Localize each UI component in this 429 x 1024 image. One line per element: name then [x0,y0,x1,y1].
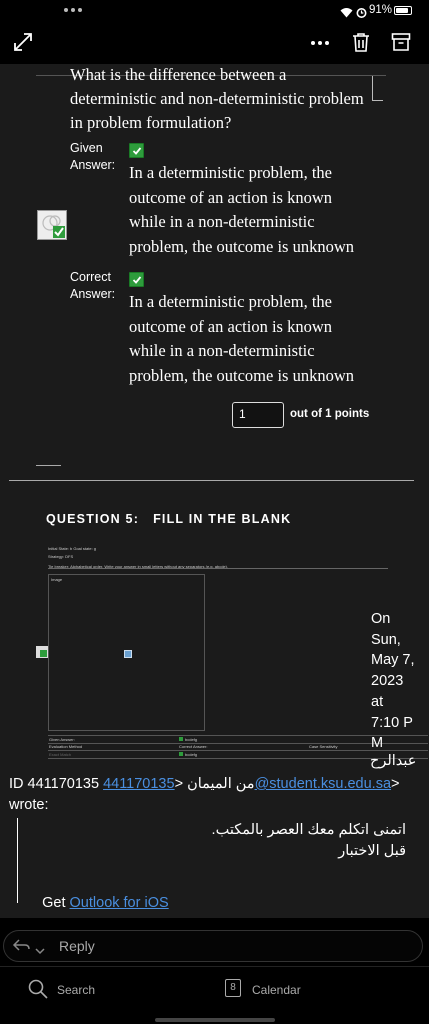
nav-separator [0,966,429,967]
reply-arrow-icon[interactable] [12,938,32,957]
quote-arabic-name: عبدالرح [370,753,417,769]
q5-evaluation-method-label: Evaluation Method [49,744,83,749]
points-suffix: out of 1 points [290,408,370,420]
calendar-tab[interactable]: 8 Calendar [225,977,335,1003]
q5-given-answer-value: bcdefg [185,737,198,742]
home-indicator [155,1018,275,1022]
q5-image-label: Image [51,577,63,582]
short-divider [36,465,61,466]
search-tab-label[interactable]: Search [57,983,95,997]
outlook-ios-link[interactable]: Outlook for iOS [70,895,169,911]
q5-correct-answer-label: Correct Answer: [179,744,208,749]
q5-tiny-rule [48,568,388,569]
multitasking-dots[interactable] [64,8,82,12]
reply-label[interactable]: Reply [59,938,95,954]
q5-correct-answer-value: bcdefg [185,752,198,757]
status-bar: 91% [0,0,429,24]
calendar-tab-label[interactable]: Calendar [252,983,301,997]
trash-icon[interactable] [351,32,371,58]
quote-date: On Sun, May 7, 2023 at 7:10 P M [371,611,415,752]
alarm-icon [356,5,367,23]
top-toolbar [0,24,429,66]
question-line: deterministic and non-deterministic prob… [70,89,364,108]
bottom-area: Reply Search 8 Calendar [0,918,429,1024]
expand-icon[interactable] [12,31,34,58]
q5-case-sensitivity-label: Case Sensitivity [309,744,338,749]
battery-icon [394,6,412,15]
question5-heading: QUESTION 5: FILL IN THE BLANK [46,512,292,526]
signature: Get Outlook for iOS [42,895,169,911]
quoted-message: اتمنى اتكلم معك العصر بالمكتب. قبل الاخت… [211,822,406,859]
q5-tiny-line1: Initial State: b Goal state: g [48,546,97,551]
check-icon [129,272,144,287]
correct-answer-badge-icon [37,210,67,240]
reply-bar[interactable]: Reply [3,930,423,962]
correct-answer-label: Correct Answer: [70,270,116,301]
wifi-icon [340,5,353,23]
question-text: What is the difference between a determi… [70,64,364,135]
check-icon [129,143,144,158]
battery-percent: 91% [369,4,393,16]
small-check-badge-icon [36,646,48,658]
broken-image-icon [124,650,132,658]
q5-given-answer-label: Given Answer: [49,737,75,742]
quote-bar [17,818,18,903]
chevron-down-icon[interactable] [35,942,45,960]
quote-wrote: wrote: [9,797,49,813]
q5-exact-match-label: Exact Match [49,752,72,757]
question-line: What is the difference between a [70,65,287,84]
q5-tiny-line2: Strategy: DFS [48,554,74,559]
more-options-icon[interactable] [311,41,329,45]
archive-icon[interactable] [391,32,411,57]
bracket-decoration [372,76,383,101]
calendar-icon[interactable]: 8 [225,979,241,997]
correct-answer-text: In a deterministic problem, the outcome … [129,292,355,385]
email-body: What is the difference between a determi… [0,64,429,918]
quote-sender: ID 441170135 من الميمان <441170135@stude… [9,776,400,792]
section-divider [9,480,414,481]
search-icon[interactable] [28,979,48,999]
points-field: 1 [232,402,284,428]
given-answer-label: Given Answer: [70,141,116,172]
given-answer-text: In a deterministic problem, the outcome … [129,163,355,256]
question-line: in problem formulation? [70,113,232,132]
search-tab[interactable]: Search [28,977,128,1003]
